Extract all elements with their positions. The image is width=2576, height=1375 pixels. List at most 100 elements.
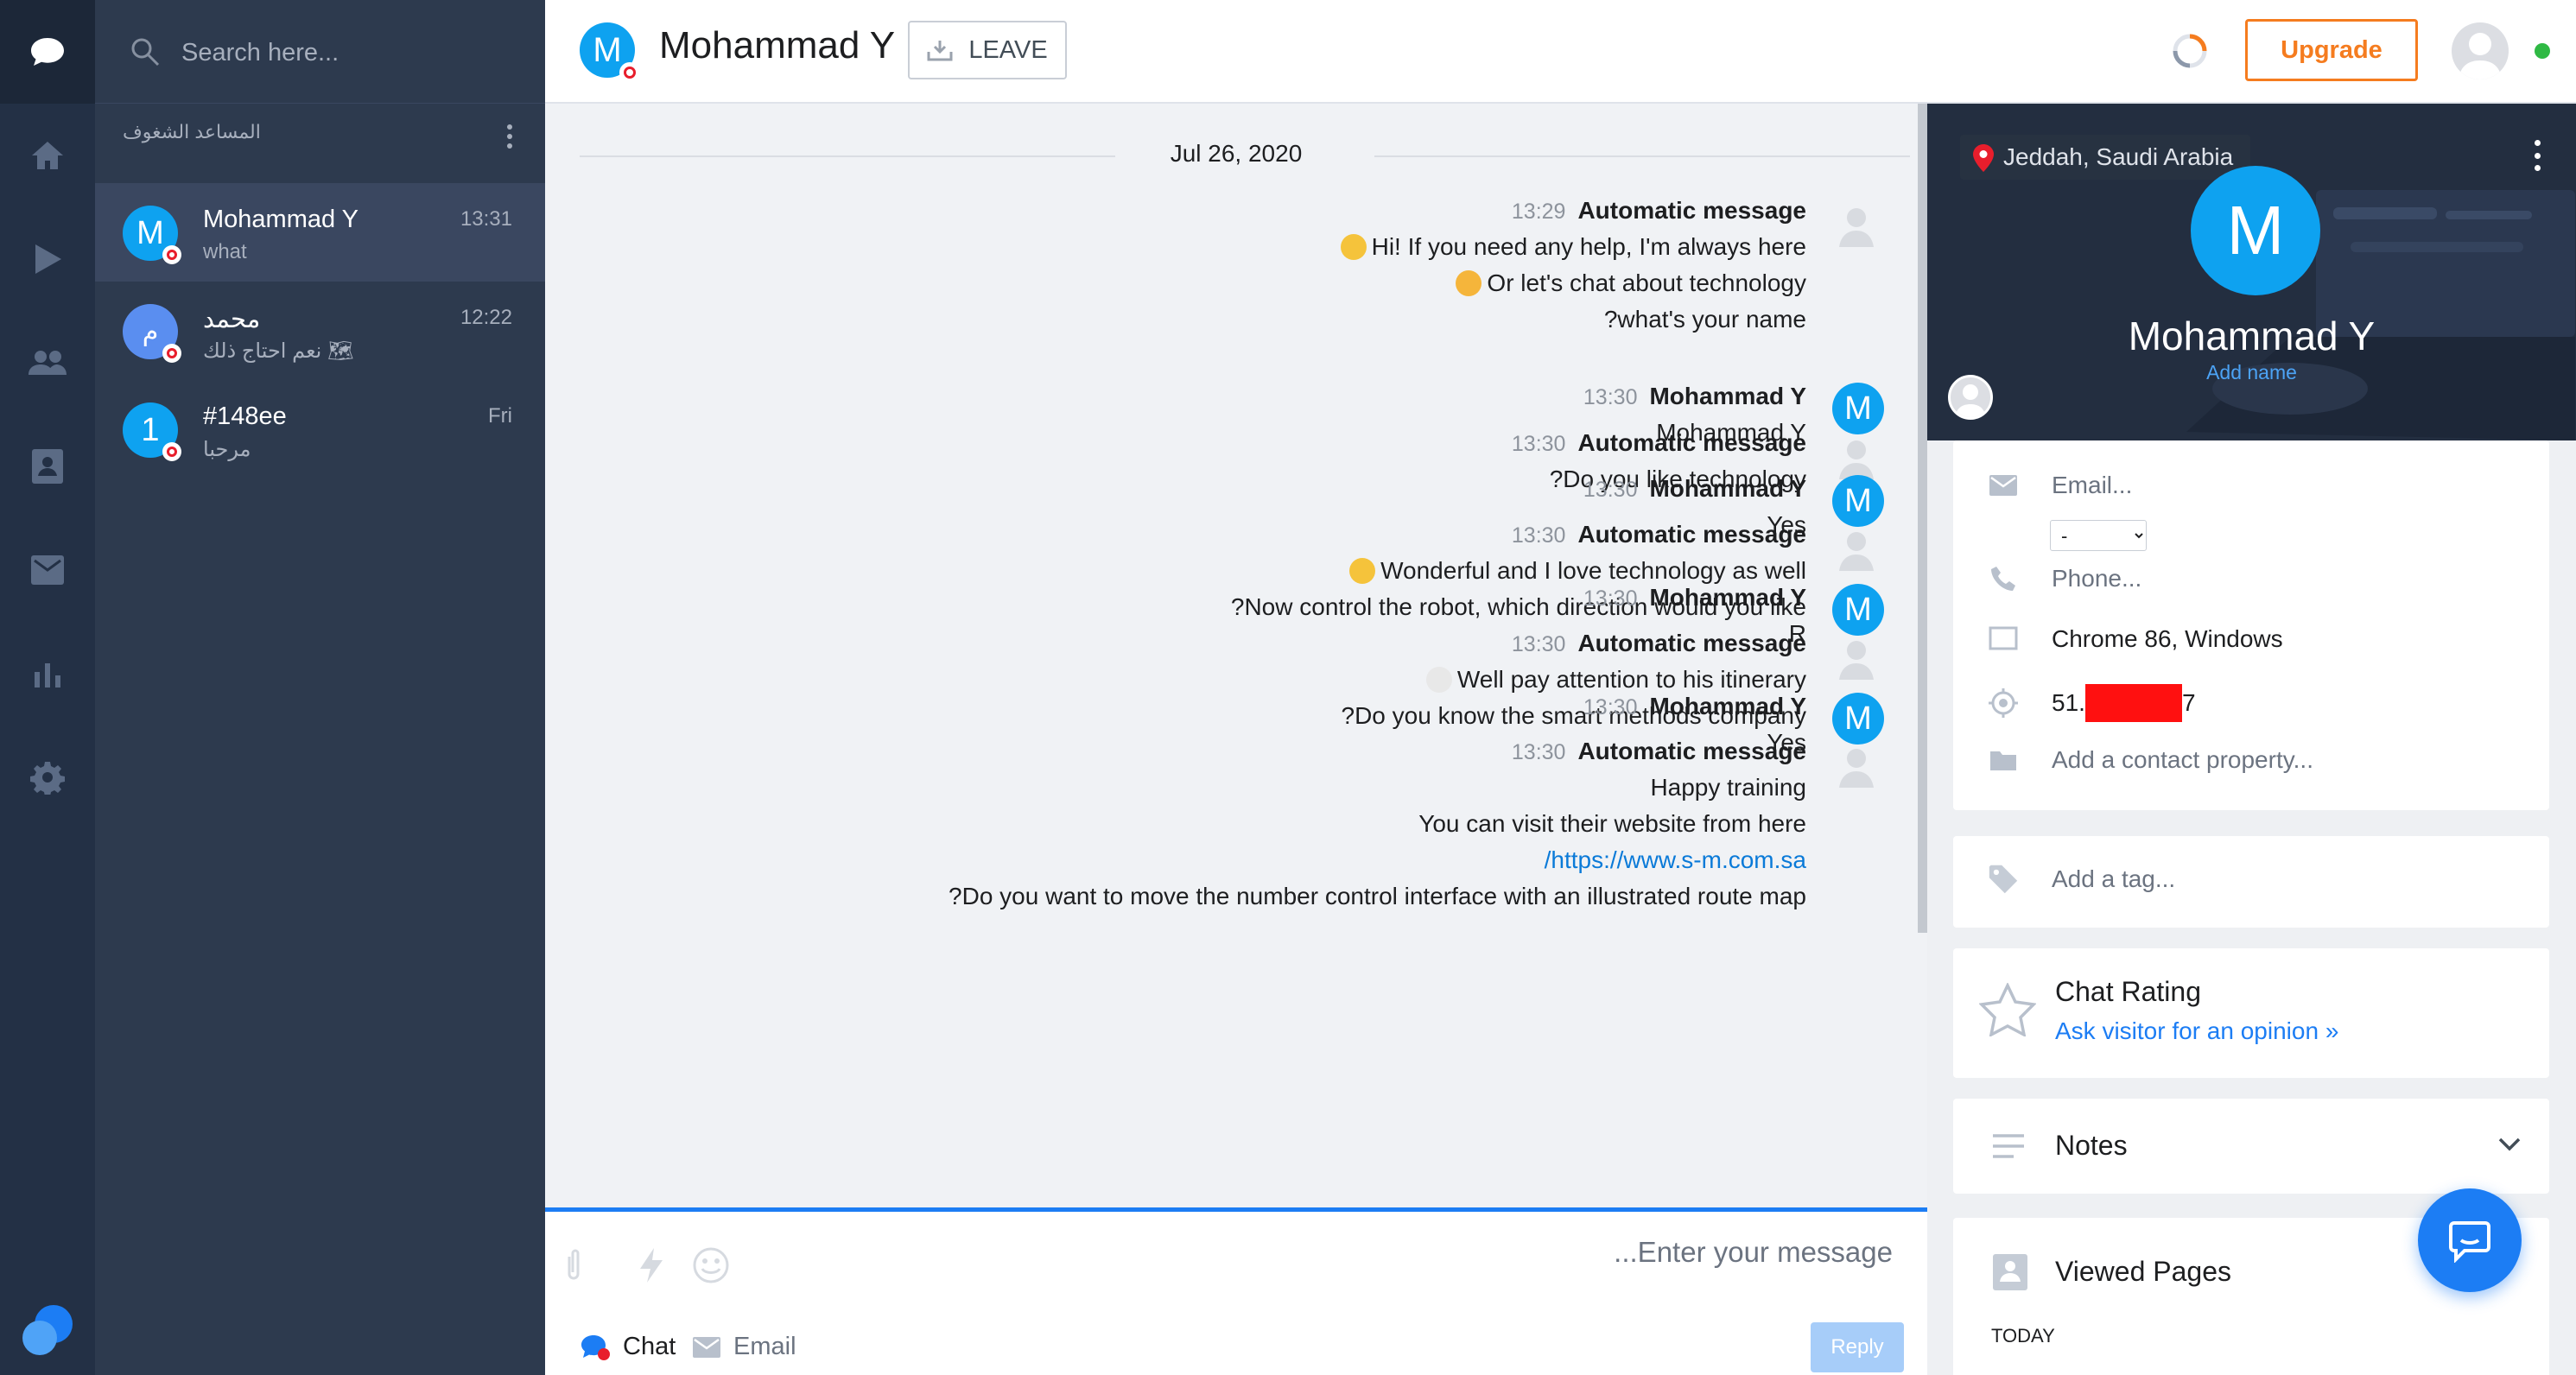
message-header: 13:30 Mohammad Y	[1583, 383, 1806, 410]
chat-header: M Mohammad Y LEAVE Upgrade	[545, 0, 2576, 104]
emoji-icon[interactable]	[692, 1246, 730, 1284]
contact-header: Jeddah, Saudi Arabia M Mohammad Y Add na…	[1927, 104, 2576, 440]
message-author: Automatic message	[1577, 738, 1806, 764]
phone-placeholder: Phone...	[2052, 565, 2142, 592]
brand-logo-icon	[22, 1305, 73, 1355]
notes-title: Notes	[2055, 1130, 2128, 1161]
nav-contacts[interactable]	[0, 440, 95, 492]
message-text: ?Do you want to move the number control …	[949, 883, 1806, 909]
message-header: 13:30 Automatic message	[1512, 630, 1806, 657]
conversation-item[interactable]: م محمد نعم احتاج ذلك 🗺 12:22	[95, 282, 545, 380]
open-chat-widget-button[interactable]	[2418, 1188, 2522, 1292]
chat-scrollbar[interactable]	[1918, 104, 1927, 933]
nav-rail	[0, 0, 95, 1375]
contact-properties-card: Email... - Phone... Chrome 86, Windows 5…	[1953, 440, 2549, 810]
conversation-item[interactable]: 1 #148ee مرحبا Fri	[95, 380, 545, 478]
shortcut-bolt-icon[interactable]	[637, 1246, 666, 1284]
message-time: 13:29	[1511, 200, 1566, 224]
nav-visitors[interactable]	[0, 337, 95, 389]
nav-reports[interactable]	[0, 648, 95, 700]
profile-menu-icon[interactable]	[2532, 140, 2542, 171]
message-author: Automatic message	[1577, 429, 1806, 456]
email-icon	[693, 1336, 720, 1358]
search-bar	[95, 0, 545, 104]
conversation-name: Mohammad Y	[203, 206, 358, 233]
reply-button[interactable]: Reply	[1811, 1322, 1904, 1372]
add-property-field[interactable]: Add a contact property...	[1988, 746, 2313, 774]
tags-card[interactable]: Add a tag...	[1953, 836, 2549, 928]
emoji-icon	[1456, 270, 1482, 296]
add-name-link[interactable]: Add name	[1927, 361, 2576, 384]
avatar: 1	[123, 402, 181, 461]
message-author: Automatic message	[1577, 197, 1806, 224]
tag-field[interactable]: Add a tag...	[1988, 862, 2175, 897]
message-link[interactable]: /https://www.s-m.com.sa	[1545, 846, 1806, 873]
settings-icon	[30, 762, 65, 795]
email-field[interactable]: Email...	[1988, 472, 2132, 499]
nav-play[interactable]	[0, 233, 95, 285]
conversation-group-label: المساعد الشغوف	[123, 121, 261, 143]
conversation-time: Fri	[488, 404, 512, 428]
conversation-list: المساعد الشغوف M Mohammad Y what 13:31 م…	[95, 0, 545, 1375]
tag-icon	[1989, 865, 2018, 894]
conversation-time: 13:31	[460, 207, 512, 231]
ip-prefix: 51.	[2052, 689, 2085, 716]
conversation-item[interactable]: M Mohammad Y what 13:31	[95, 183, 545, 282]
bot-avatar-icon	[1839, 440, 1874, 479]
message-time: 13:30	[1583, 586, 1638, 611]
ask-opinion-link[interactable]: Ask visitor for an opinion »	[2055, 1017, 2338, 1045]
attachment-icon[interactable]	[564, 1246, 583, 1283]
message-line: Well pay attention to his itinerary	[1425, 666, 1806, 694]
ip-field: 51. 7	[1988, 684, 2196, 722]
message-header: 13:30 Automatic message	[1512, 521, 1806, 548]
add-property-placeholder: Add a contact property...	[2052, 746, 2313, 773]
header-avatar: M	[580, 22, 640, 83]
message-author: Mohammad Y	[1649, 383, 1806, 409]
phone-icon	[1991, 567, 2015, 591]
message-text: Well pay attention to his itinerary	[1456, 666, 1806, 693]
message-header: 13:30 Mohammad Y	[1583, 475, 1806, 503]
group-menu-icon[interactable]	[501, 121, 518, 152]
message-header: 13:29 Automatic message	[1512, 197, 1806, 225]
offline-status-icon	[619, 62, 640, 83]
chat-rating-title: Chat Rating	[2055, 976, 2201, 1007]
message-time: 13:30	[1511, 632, 1566, 656]
viewed-pages-icon	[1993, 1254, 2027, 1290]
notes-card[interactable]: Notes	[1953, 1099, 2549, 1194]
visitor-avatar: M	[1832, 584, 1884, 636]
nav-chats[interactable]	[0, 0, 95, 104]
avatar: M	[123, 206, 181, 264]
chat-title: Mohammad Y	[659, 24, 896, 67]
bot-avatar-icon	[1839, 749, 1874, 788]
location-pin-icon	[1973, 144, 1994, 172]
conversation-preview: نعم احتاج ذلك 🗺	[203, 339, 354, 363]
play-icon	[35, 244, 61, 274]
message-text: Happy training	[1650, 774, 1806, 801]
chat-mode-tab[interactable]: Chat	[580, 1333, 676, 1361]
agent-avatar	[1948, 375, 1993, 420]
message-text: ?what's your name	[1603, 306, 1806, 333]
leave-button[interactable]: LEAVE	[908, 21, 1067, 79]
nav-inbox[interactable]	[0, 544, 95, 596]
emoji-icon	[1340, 234, 1367, 260]
viewed-today-label: TODAY	[1991, 1325, 2055, 1346]
monitor-icon	[1989, 626, 2018, 650]
email-mode-tab[interactable]: Email	[692, 1333, 796, 1361]
phone-field[interactable]: Phone...	[1988, 565, 2141, 592]
search-input[interactable]	[181, 29, 510, 76]
chat-tab-label: Chat	[623, 1333, 676, 1360]
message-text: Hi! If you need any help, I'm always her…	[1371, 233, 1806, 260]
upgrade-button[interactable]: Upgrade	[2245, 19, 2418, 81]
user-avatar[interactable]	[2452, 22, 2509, 79]
message-composer: Chat Email Reply	[545, 1207, 1927, 1375]
nav-home[interactable]	[0, 130, 95, 181]
location-badge: Jeddah, Saudi Arabia	[1960, 135, 2251, 180]
message-header: 13:30 Mohammad Y	[1583, 584, 1806, 611]
chevron-down-icon[interactable]	[2497, 1137, 2522, 1152]
conversation-name: #148ee	[203, 402, 287, 430]
nav-settings[interactable]	[0, 751, 95, 803]
contact-name: Mohammad Y	[2128, 314, 2376, 358]
reports-icon	[35, 663, 60, 688]
email-type-select[interactable]: -	[2050, 520, 2147, 551]
message-input[interactable]	[804, 1236, 1893, 1296]
